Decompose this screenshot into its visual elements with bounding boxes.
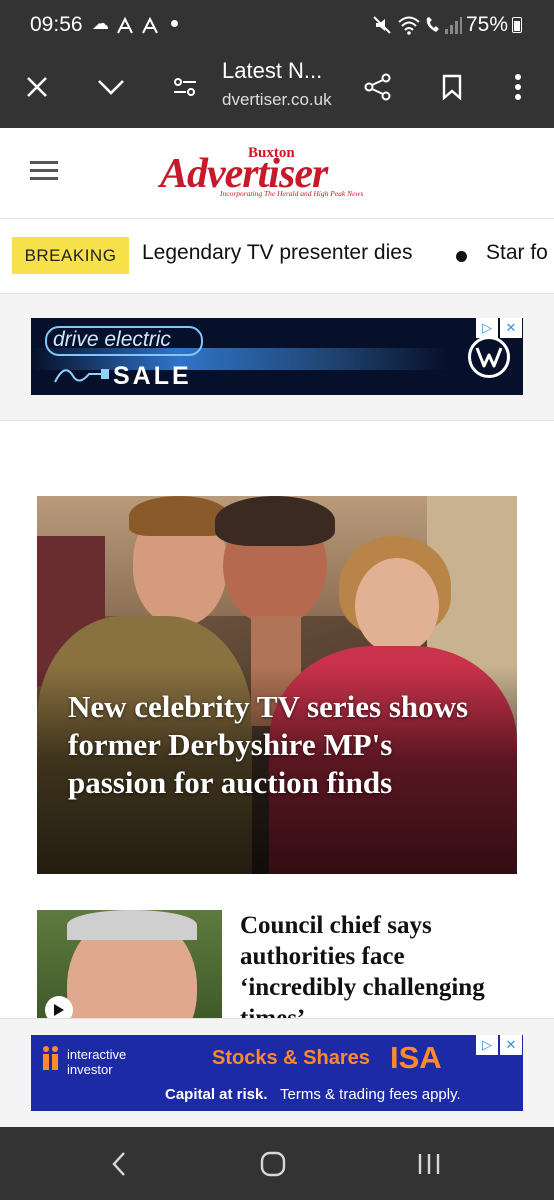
ad-headline: drive electric [53, 328, 171, 351]
page-url[interactable]: dvertiser.co.uk [222, 90, 332, 110]
bookmark-icon [442, 74, 462, 100]
more-icon [515, 74, 521, 100]
site-settings-button[interactable] [162, 64, 208, 110]
ad-brand-line1: interactive [67, 1047, 127, 1062]
article-thumbnail [37, 910, 222, 1020]
hero-headline[interactable]: New celebrity TV series shows former Der… [68, 688, 488, 802]
wifi-calling-icon [426, 17, 439, 32]
browser-toolbar: Latest N... dvertiser.co.uk [0, 50, 554, 128]
ad-product-highlight: ISA [390, 1040, 442, 1075]
more-options-button[interactable] [495, 64, 541, 110]
recents-button[interactable] [406, 1141, 452, 1187]
play-icon [54, 1004, 64, 1016]
battery-percent: 75% [466, 13, 509, 36]
site-logo[interactable]: Buxton Advertiser Incorporating The Hera… [160, 142, 400, 208]
ad-product: Stocks & Shares [212, 1047, 370, 1069]
ad-container: drive electric SALE ▷ ✕ [0, 294, 554, 421]
logo-tagline: Incorporating The Herald and High Peak N… [220, 189, 364, 198]
back-icon [112, 1152, 125, 1176]
adchoices-button[interactable]: ▷ [476, 1035, 498, 1055]
ad-brand-line2: investor [67, 1062, 113, 1077]
article-headline[interactable]: Council chief says authorities face ‘inc… [240, 910, 520, 1020]
menu-button[interactable] [28, 158, 64, 188]
ticker-headline[interactable]: Legendary TV presenter dies [142, 241, 412, 265]
site-settings-icon [174, 78, 196, 96]
adchoices-icon: ▷ [482, 1037, 492, 1052]
close-icon [27, 77, 47, 97]
close-icon: ✕ [505, 1037, 517, 1052]
close-tab-button[interactable] [14, 64, 60, 110]
site-header: Buxton Advertiser Incorporating The Hera… [0, 128, 554, 219]
minimize-button[interactable] [88, 64, 134, 110]
back-button[interactable] [96, 1141, 142, 1187]
activity-icon [142, 17, 158, 34]
article-card[interactable]: Council chief says authorities face ‘inc… [37, 910, 537, 1020]
activity-icon [117, 17, 133, 34]
ad-sale-text: SALE [113, 362, 192, 390]
ticker-separator [456, 251, 467, 262]
share-icon [364, 73, 391, 101]
ad-disclaimer: Terms & trading fees apply. [280, 1086, 461, 1103]
close-icon: ✕ [505, 320, 517, 335]
cloud-icon: ☁ [92, 14, 109, 33]
ticker-headline-next[interactable]: Star fo [486, 241, 548, 265]
home-icon [260, 1151, 286, 1177]
page-title[interactable]: Latest N... [222, 58, 322, 84]
status-bar: 09:56 ☁ 75% [0, 0, 554, 50]
breaking-news-bar: BREAKING Legendary TV presenter dies Sta… [0, 219, 554, 294]
bookmark-button[interactable] [429, 64, 475, 110]
banner-ad[interactable]: drive electric SALE ▷ ✕ [31, 318, 523, 395]
hero-article[interactable]: New celebrity TV series shows former Der… [37, 496, 517, 874]
bottom-banner-ad[interactable]: interactive investor Stocks & Shares ISA… [31, 1035, 523, 1111]
video-play-button[interactable] [45, 996, 73, 1020]
ad-close-button[interactable]: ✕ [500, 318, 522, 338]
hero-image [37, 496, 517, 874]
recents-icon [418, 1154, 440, 1174]
plug-icon [54, 369, 109, 383]
adchoices-icon: ▷ [482, 320, 492, 335]
clock: 09:56 [30, 13, 83, 36]
vw-logo [468, 336, 510, 378]
battery-icon [512, 17, 522, 33]
ad-close-button[interactable]: ✕ [500, 1035, 522, 1055]
home-button[interactable] [250, 1141, 296, 1187]
ii-logo [41, 1046, 61, 1070]
adchoices-button[interactable]: ▷ [476, 318, 498, 338]
breaking-badge: BREAKING [12, 237, 129, 274]
ad-disclaimer-bold: Capital at risk. [165, 1086, 268, 1103]
dot-icon [171, 20, 178, 27]
mute-icon [373, 16, 391, 34]
chevron-down-icon [98, 80, 124, 95]
system-nav-bar [0, 1127, 554, 1200]
wifi-icon [398, 16, 420, 35]
hamburger-icon [30, 161, 58, 180]
sticky-ad-container: interactive investor Stocks & Shares ISA… [0, 1018, 554, 1127]
signal-icon [445, 17, 462, 34]
share-button[interactable] [355, 64, 401, 110]
